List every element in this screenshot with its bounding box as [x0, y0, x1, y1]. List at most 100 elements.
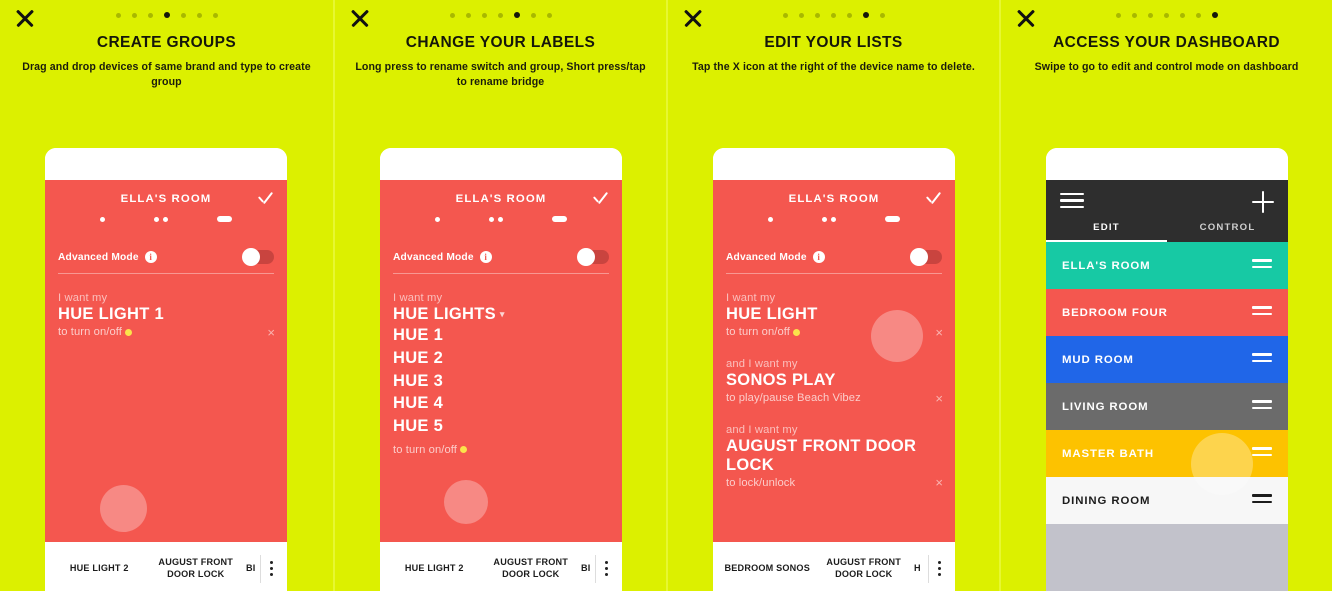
- rule-action: to lock/unlock: [726, 477, 942, 489]
- rule-device-name[interactable]: HUE LIGHT 1: [58, 305, 274, 324]
- page-dot[interactable]: [115, 12, 121, 18]
- panel-caption: EDIT YOUR LISTS Tap the X icon at the rig…: [668, 33, 999, 75]
- check-icon[interactable]: [925, 190, 942, 205]
- info-icon[interactable]: i: [479, 251, 492, 263]
- kebab-menu-icon[interactable]: [261, 561, 281, 576]
- tray-device-item[interactable]: HUE LIGHT 2: [386, 563, 483, 574]
- bar: [1252, 447, 1272, 450]
- tray-device-item[interactable]: BI: [579, 563, 595, 574]
- page-dot-active[interactable]: [1211, 12, 1218, 18]
- group-member[interactable]: HUE 4: [393, 392, 609, 415]
- drag-handle-icon[interactable]: [1252, 400, 1272, 412]
- page-dot[interactable]: [530, 12, 536, 18]
- advanced-mode-toggle[interactable]: [577, 248, 609, 266]
- kebab-menu-icon[interactable]: [929, 561, 949, 576]
- rule-device-name[interactable]: HUE LIGHT: [726, 305, 942, 324]
- page-dot[interactable]: [846, 12, 852, 18]
- rule-device-name[interactable]: AUGUST FRONT DOOR LOCK: [726, 437, 942, 475]
- advanced-mode-toggle[interactable]: [242, 248, 274, 266]
- delete-rule-icon[interactable]: ×: [935, 392, 943, 405]
- info-icon[interactable]: i: [144, 251, 157, 263]
- group-name[interactable]: HUE LIGHTS ▾: [393, 305, 609, 324]
- close-icon[interactable]: [1014, 6, 1038, 30]
- tab-edit[interactable]: EDIT: [1046, 222, 1167, 242]
- tray-device-item[interactable]: BEDROOM SONOS: [719, 563, 816, 574]
- group-action-text: to turn on/off: [393, 443, 458, 456]
- page-dot[interactable]: [212, 12, 218, 18]
- info-icon[interactable]: i: [812, 251, 825, 263]
- drag-handle-icon[interactable]: [1252, 494, 1272, 506]
- check-icon[interactable]: [592, 190, 609, 205]
- drag-handle-icon[interactable]: [1252, 306, 1272, 318]
- page-dot[interactable]: [465, 12, 471, 18]
- advanced-mode-toggle[interactable]: [910, 248, 942, 266]
- page-dot[interactable]: [449, 12, 455, 18]
- tray-device-item[interactable]: AUGUST FRONT DOOR LOCK: [148, 557, 245, 579]
- page-dot[interactable]: [782, 12, 788, 18]
- delete-rule-icon[interactable]: ×: [935, 476, 943, 489]
- check-icon[interactable]: [257, 190, 274, 205]
- drag-handle-icon[interactable]: [1252, 447, 1272, 459]
- bar: [1252, 453, 1272, 456]
- tray-device-item[interactable]: HUE LIGHT 2: [51, 563, 148, 574]
- delete-rule-icon[interactable]: ×: [267, 326, 275, 339]
- dashboard-empty-area: [1046, 524, 1288, 591]
- room-row[interactable]: MASTER BATH: [1046, 430, 1288, 477]
- group-member[interactable]: HUE 1: [393, 324, 609, 347]
- room-row[interactable]: DINING ROOM: [1046, 477, 1288, 524]
- group-member[interactable]: HUE 5: [393, 415, 609, 438]
- page-dot[interactable]: [131, 12, 137, 18]
- hamburger-menu-icon[interactable]: [1060, 193, 1084, 212]
- page-dot[interactable]: [196, 12, 202, 18]
- room-row[interactable]: BEDROOM FOUR: [1046, 289, 1288, 336]
- segment-single-dot: [767, 216, 773, 222]
- room-row[interactable]: ELLA'S ROOM: [1046, 242, 1288, 289]
- page-dot-active[interactable]: [163, 12, 170, 18]
- kebab-menu-icon[interactable]: [596, 561, 616, 576]
- page-dot-active[interactable]: [513, 12, 520, 18]
- touch-indicator: [100, 485, 147, 532]
- group-member[interactable]: HUE 2: [393, 347, 609, 370]
- tray-device-item[interactable]: AUGUST FRONT DOOR LOCK: [483, 557, 580, 579]
- segment-double-dot: [822, 216, 836, 222]
- group-member[interactable]: HUE 3: [393, 370, 609, 393]
- page-dot[interactable]: [1147, 12, 1153, 18]
- page-dot[interactable]: [879, 12, 885, 18]
- bulb-indicator-icon: [793, 328, 801, 336]
- close-icon[interactable]: [348, 6, 372, 30]
- page-dot[interactable]: [1195, 12, 1201, 18]
- rule-device-name[interactable]: SONOS PLAY: [726, 371, 942, 390]
- page-dot[interactable]: [497, 12, 503, 18]
- tray-device-item[interactable]: AUGUST FRONT DOOR LOCK: [816, 557, 913, 579]
- page-dot[interactable]: [1179, 12, 1185, 18]
- page-dot[interactable]: [546, 12, 552, 18]
- delete-rule-icon[interactable]: ×: [935, 326, 943, 339]
- page-dot[interactable]: [147, 12, 153, 18]
- tray-device-item[interactable]: H: [912, 563, 928, 574]
- dot-glyph: [937, 561, 941, 564]
- page-dot[interactable]: [814, 12, 820, 18]
- panel-subtitle: Long press to rename switch and group, S…: [355, 60, 646, 89]
- drag-handle-icon[interactable]: [1252, 353, 1272, 365]
- bulb-indicator-icon: [125, 328, 133, 336]
- rule-prefix: I want my: [726, 292, 776, 304]
- drag-handle-icon[interactable]: [1252, 259, 1272, 271]
- room-row[interactable]: MUD ROOM: [1046, 336, 1288, 383]
- segment-double-dot: [489, 216, 503, 222]
- page-dot-active[interactable]: [862, 12, 869, 18]
- page-dot[interactable]: [798, 12, 804, 18]
- page-dot[interactable]: [180, 12, 186, 18]
- page-dot[interactable]: [1131, 12, 1137, 18]
- close-icon[interactable]: [681, 6, 705, 30]
- rule-item: and I want my AUGUST FRONT DOOR LOCK to lo…: [726, 424, 943, 489]
- tray-device-item[interactable]: BI: [244, 563, 260, 574]
- chevron-down-icon[interactable]: ▾: [500, 309, 505, 319]
- page-dot[interactable]: [1163, 12, 1169, 18]
- page-dot[interactable]: [1115, 12, 1121, 18]
- tab-control[interactable]: CONTROL: [1167, 222, 1288, 242]
- room-row[interactable]: LIVING ROOM: [1046, 383, 1288, 430]
- page-dot[interactable]: [481, 12, 487, 18]
- plus-icon[interactable]: [1252, 191, 1274, 213]
- close-icon[interactable]: [13, 6, 37, 30]
- page-dot[interactable]: [830, 12, 836, 18]
